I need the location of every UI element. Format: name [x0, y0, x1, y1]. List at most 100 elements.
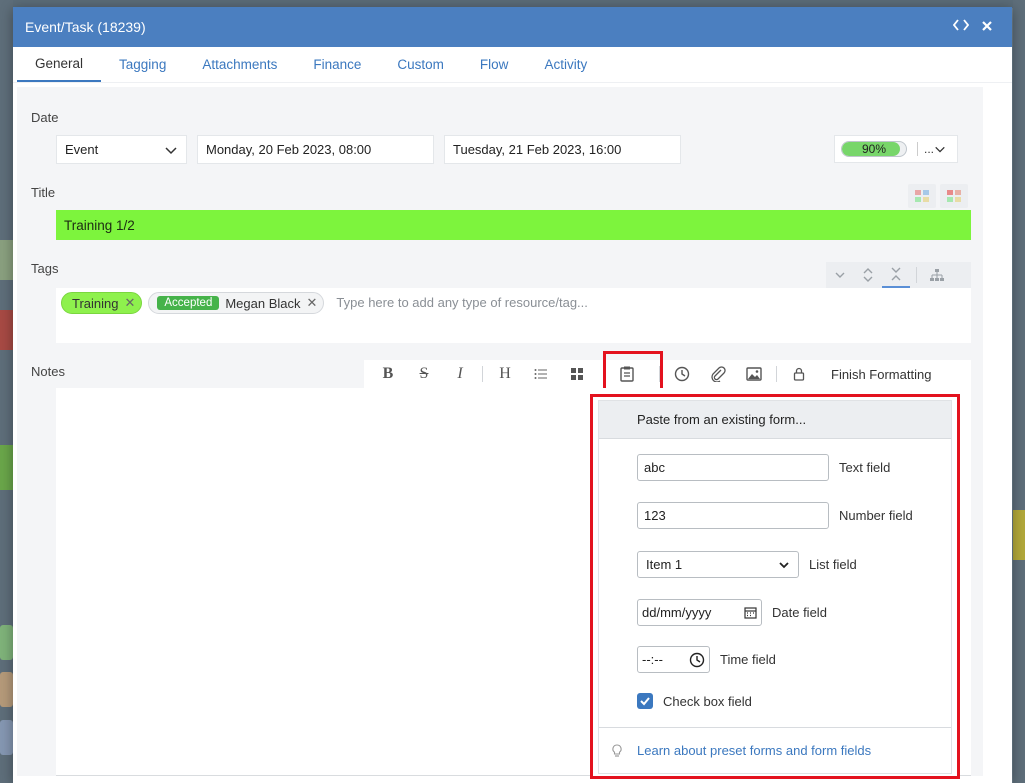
tab-tagging[interactable]: Tagging	[101, 47, 184, 82]
italic-icon[interactable]: I	[442, 360, 478, 388]
tag-chip-label: Megan Black	[225, 295, 301, 311]
notes-toolbar: B S I H Finish Formatting	[364, 360, 971, 388]
tag-chip-training[interactable]: Training ✕	[61, 292, 143, 314]
start-date-field[interactable]: Monday, 20 Feb 2023, 08:00	[197, 135, 434, 164]
chevron-down-icon	[165, 146, 177, 154]
divider	[916, 267, 917, 283]
finish-formatting-button[interactable]: Finish Formatting	[831, 367, 931, 382]
list-icon[interactable]	[523, 360, 559, 388]
event-type-value: Event	[65, 142, 99, 157]
hierarchy-icon[interactable]	[923, 262, 951, 288]
date-field-input[interactable]: dd/mm/yyyy	[637, 599, 762, 626]
image-icon[interactable]	[736, 360, 772, 388]
table-icon[interactable]	[559, 360, 595, 388]
more-dropdown[interactable]: ...	[917, 142, 946, 156]
tag-search-input[interactable]: Type here to add any type of resource/ta…	[336, 292, 588, 314]
code-icon[interactable]	[948, 18, 974, 36]
clock-icon[interactable]	[664, 360, 700, 388]
tag-tools	[826, 262, 971, 288]
learn-forms-link[interactable]: Learn about preset forms and form fields	[637, 743, 871, 758]
event-type-select[interactable]: Event	[56, 135, 187, 164]
start-date-value: Monday, 20 Feb 2023, 08:00	[206, 142, 372, 157]
end-date-field[interactable]: Tuesday, 21 Feb 2023, 16:00	[444, 135, 681, 164]
check-icon	[640, 697, 650, 706]
form-popup-highlight: Paste from an existing form... abc Text …	[590, 394, 960, 779]
checkbox-field[interactable]	[637, 693, 653, 709]
remove-tag-icon[interactable]: ✕	[124, 295, 135, 311]
tag-chip-label: Training	[72, 295, 119, 311]
date-field-value: dd/mm/yyyy	[642, 605, 712, 620]
popup-footer: Learn about preset forms and form fields	[599, 727, 951, 773]
text-field-label: Text field	[839, 460, 891, 475]
title-label: Title	[31, 185, 56, 200]
highlight-box	[603, 351, 663, 393]
list-field-value: Item 1	[646, 557, 683, 572]
chevron-down-icon	[935, 146, 945, 153]
tab-flow[interactable]: Flow	[462, 47, 527, 82]
checkbox-field-label: Check box field	[663, 693, 752, 709]
tab-attachments[interactable]: Attachments	[184, 47, 295, 82]
title-color-buttons	[908, 184, 968, 208]
text-field-row: abc Text field	[637, 454, 890, 481]
number-field-label: Number field	[839, 508, 913, 523]
text-field-input[interactable]: abc	[637, 454, 829, 481]
time-field-label: Time field	[720, 652, 776, 667]
text-color-palette-icon[interactable]	[940, 184, 968, 208]
tags-label: Tags	[31, 261, 59, 276]
tag-chip-megan-black[interactable]: Accepted Megan Black ✕	[148, 292, 325, 314]
lightbulb-icon	[612, 743, 622, 757]
more-label: ...	[924, 142, 935, 156]
notes-label: Notes	[31, 364, 65, 379]
number-field-input[interactable]: 123	[637, 502, 829, 529]
bold-icon[interactable]: B	[370, 360, 406, 388]
dialog-title: Event/Task (18239)	[25, 19, 146, 35]
tab-activity[interactable]: Activity	[526, 47, 605, 82]
list-field-select[interactable]: Item 1	[637, 551, 799, 578]
tab-general[interactable]: General	[17, 47, 102, 82]
close-icon[interactable]	[974, 19, 1000, 36]
tags-box[interactable]: Training ✕ Accepted Megan Black ✕ Type h…	[56, 288, 971, 343]
divider	[776, 366, 777, 382]
collapse-down-icon[interactable]	[826, 262, 854, 288]
heading-icon[interactable]: H	[487, 360, 523, 388]
strikethrough-icon[interactable]: S	[406, 360, 442, 388]
time-field-row: --:-- Time field	[637, 646, 776, 673]
paste-form-menu-item[interactable]: Paste from an existing form...	[599, 401, 951, 439]
checkbox-field-row: Check box field	[637, 693, 752, 709]
time-field-input[interactable]: --:--	[637, 646, 710, 673]
end-date-value: Tuesday, 21 Feb 2023, 16:00	[453, 142, 622, 157]
date-field-label: Date field	[772, 605, 827, 620]
dialog-titlebar: Event/Task (18239)	[13, 7, 1012, 47]
expand-icon[interactable]	[854, 262, 882, 288]
tab-finance[interactable]: Finance	[295, 47, 379, 82]
clock-icon[interactable]	[689, 652, 705, 668]
list-field-row: Item 1 List field	[637, 551, 857, 578]
collapse-icon[interactable]	[882, 262, 910, 288]
accepted-badge: Accepted	[157, 296, 220, 310]
title-input[interactable]: Training 1/2	[56, 210, 971, 240]
date-field-row: dd/mm/yyyy Date field	[637, 599, 827, 626]
lock-icon[interactable]	[781, 360, 817, 388]
number-field-row: 123 Number field	[637, 502, 913, 529]
text-field-value: abc	[644, 460, 665, 475]
progress-control[interactable]: 90% ...	[834, 135, 958, 163]
general-panel: Date Event Monday, 20 Feb 2023, 08:00 Tu…	[17, 87, 983, 779]
progress-bar: 90%	[841, 141, 907, 157]
title-value: Training 1/2	[64, 217, 135, 233]
background-calendar-left	[0, 0, 13, 783]
tab-custom[interactable]: Custom	[379, 47, 462, 82]
color-palette-icon[interactable]	[908, 184, 936, 208]
form-popup: Paste from an existing form... abc Text …	[598, 400, 952, 774]
calendar-icon[interactable]	[744, 606, 757, 619]
number-field-value: 123	[644, 508, 666, 523]
time-field-value: --:--	[642, 652, 663, 667]
date-label: Date	[31, 110, 59, 125]
progress-text: 90%	[861, 142, 887, 156]
background-calendar-right	[1013, 0, 1025, 783]
remove-tag-icon[interactable]: ✕	[307, 295, 318, 311]
tab-bar: General Tagging Attachments Finance Cust…	[13, 47, 1012, 83]
list-field-label: List field	[809, 557, 857, 572]
chevron-down-icon	[779, 561, 789, 568]
divider	[482, 366, 483, 382]
attachment-icon[interactable]	[700, 360, 736, 388]
